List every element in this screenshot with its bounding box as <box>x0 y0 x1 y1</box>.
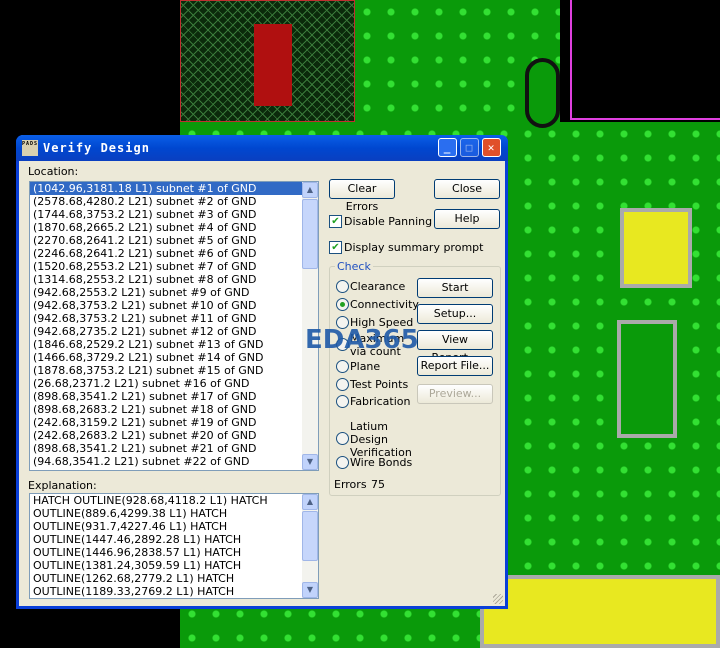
list-item[interactable]: (898.68,3541.2 L21) subnet #17 of GND <box>30 390 318 403</box>
disable-panning-label: Disable Panning <box>344 215 433 228</box>
check-radio-label: Latium Design Verification <box>350 420 412 459</box>
clear-errors-button[interactable]: Clear Errors <box>329 179 395 213</box>
setup-button[interactable]: Setup... <box>417 304 493 324</box>
list-item[interactable]: (1744.68,3753.2 L21) subnet #3 of GND <box>30 208 318 221</box>
check-radio-label: Wire Bonds <box>350 456 413 469</box>
list-item[interactable]: OUTLINE(1189.33,2769.2 L1) HATCH <box>30 585 318 598</box>
board-outline <box>570 0 720 120</box>
check-radio-label: Clearance <box>350 280 406 293</box>
explanation-scrollbar[interactable]: ▲ ▼ <box>302 494 318 598</box>
pad-group <box>480 575 720 648</box>
list-item[interactable]: (942.68,2735.2 L21) subnet #12 of GND <box>30 325 318 338</box>
scroll-down-icon[interactable]: ▼ <box>302 454 318 470</box>
list-item[interactable]: (2270.68,2641.2 L21) subnet #5 of GND <box>30 234 318 247</box>
scroll-up-icon[interactable]: ▲ <box>302 182 318 198</box>
minimize-button[interactable]: _ <box>438 138 457 157</box>
list-item[interactable]: (1466.68,3729.2 L21) subnet #14 of GND <box>30 351 318 364</box>
list-item[interactable]: (94.68,3541.2 L21) subnet #22 of GND <box>30 455 318 468</box>
list-item[interactable]: (242.68,3159.2 L21) subnet #19 of GND <box>30 416 318 429</box>
display-summary-label: Display summary prompt <box>344 241 484 254</box>
location-list[interactable]: (1042.96,3181.18 L1) subnet #1 of GND (25… <box>29 181 319 471</box>
pad-group <box>617 320 677 438</box>
help-button[interactable]: Help <box>434 209 500 229</box>
list-item[interactable]: (1314.68,2553.2 L21) subnet #8 of GND <box>30 273 318 286</box>
component-pad <box>254 24 292 106</box>
start-button[interactable]: Start <box>417 278 493 298</box>
list-item[interactable]: (1870.68,2665.2 L21) subnet #4 of GND <box>30 221 318 234</box>
eda365-watermark: EDA365 <box>305 325 419 355</box>
pad-group <box>620 208 692 288</box>
list-item[interactable]: OUTLINE(1262.68,2779.2 L1) HATCH <box>30 572 318 585</box>
verify-design-dialog: PADS Verify Design _ □ ✕ Location: (1042… <box>16 135 508 609</box>
title-bar[interactable]: PADS Verify Design _ □ ✕ <box>16 135 508 161</box>
slot-pad <box>525 58 560 128</box>
errors-label: Errors <box>334 478 367 491</box>
check-radio[interactable] <box>336 298 349 311</box>
check-radio[interactable] <box>336 360 349 373</box>
maximize-button[interactable]: □ <box>460 138 479 157</box>
list-item[interactable]: (942.68,3753.2 L21) subnet #11 of GND <box>30 312 318 325</box>
close-button[interactable]: Close <box>434 179 500 199</box>
report-file-button[interactable]: Report File... <box>417 356 493 376</box>
window-title: Verify Design <box>43 141 150 155</box>
close-window-button[interactable]: ✕ <box>482 138 501 157</box>
list-item[interactable]: (1846.68,2529.2 L21) subnet #13 of GND <box>30 338 318 351</box>
resize-grip-icon[interactable] <box>493 594 503 604</box>
check-radio-label: Plane <box>350 360 381 373</box>
list-item[interactable]: OUTLINE(1447.46,2892.28 L1) HATCH <box>30 533 318 546</box>
check-radio[interactable] <box>336 378 349 391</box>
list-item[interactable]: (242.68,2683.2 L21) subnet #20 of GND <box>30 429 318 442</box>
scroll-up-icon[interactable]: ▲ <box>302 494 318 510</box>
scroll-thumb[interactable] <box>302 199 318 269</box>
check-radio-label: Test Points <box>350 378 409 391</box>
explanation-label: Explanation: <box>28 479 97 492</box>
list-item[interactable]: (942.68,2553.2 L21) subnet #9 of GND <box>30 286 318 299</box>
list-item[interactable]: (898.68,3541.2 L21) subnet #21 of GND <box>30 442 318 455</box>
scroll-down-icon[interactable]: ▼ <box>302 582 318 598</box>
check-radio-label: Connectivity <box>350 298 419 311</box>
list-item[interactable]: (1878.68,3753.2 L21) subnet #15 of GND <box>30 364 318 377</box>
list-item[interactable]: OUTLINE(1446.96,2838.57 L1) HATCH <box>30 546 318 559</box>
list-item[interactable]: (26.68,2371.2 L21) subnet #16 of GND <box>30 377 318 390</box>
scroll-thumb[interactable] <box>302 511 318 561</box>
list-item[interactable]: (942.68,3753.2 L21) subnet #10 of GND <box>30 299 318 312</box>
list-item[interactable]: (898.68,2683.2 L21) subnet #18 of GND <box>30 403 318 416</box>
check-group-label: Check <box>335 260 373 273</box>
view-report-button[interactable]: View Report... <box>417 330 493 364</box>
list-item[interactable]: OUTLINE(1381.24,3059.59 L1) HATCH <box>30 559 318 572</box>
list-item[interactable]: HATCH OUTLINE(928.68,4118.2 L1) HATCH <box>30 494 318 507</box>
location-label: Location: <box>28 165 79 178</box>
check-radio[interactable] <box>336 280 349 293</box>
list-item[interactable]: (1520.68,2553.2 L21) subnet #7 of GND <box>30 260 318 273</box>
check-radio[interactable] <box>336 395 349 408</box>
errors-count: 75 <box>371 478 385 491</box>
check-radio[interactable] <box>336 456 349 469</box>
explanation-list[interactable]: HATCH OUTLINE(928.68,4118.2 L1) HATCH OUT… <box>29 493 319 599</box>
app-icon: PADS <box>22 140 38 156</box>
list-item[interactable]: (2246.68,2641.2 L21) subnet #6 of GND <box>30 247 318 260</box>
preview-button: Preview... <box>417 384 493 404</box>
list-item[interactable]: OUTLINE(889.6,4299.38 L1) HATCH <box>30 507 318 520</box>
display-summary-checkbox[interactable]: ✔ <box>329 241 342 254</box>
list-item[interactable]: OUTLINE(931.7,4227.46 L1) HATCH <box>30 520 318 533</box>
check-radio[interactable] <box>336 432 349 445</box>
list-item[interactable]: (1042.96,3181.18 L1) subnet #1 of GND <box>30 182 318 195</box>
list-item[interactable]: (2578.68,4280.2 L21) subnet #2 of GND <box>30 195 318 208</box>
disable-panning-checkbox[interactable]: ✔ <box>329 215 342 228</box>
check-radio-label: Fabrication <box>350 395 411 408</box>
